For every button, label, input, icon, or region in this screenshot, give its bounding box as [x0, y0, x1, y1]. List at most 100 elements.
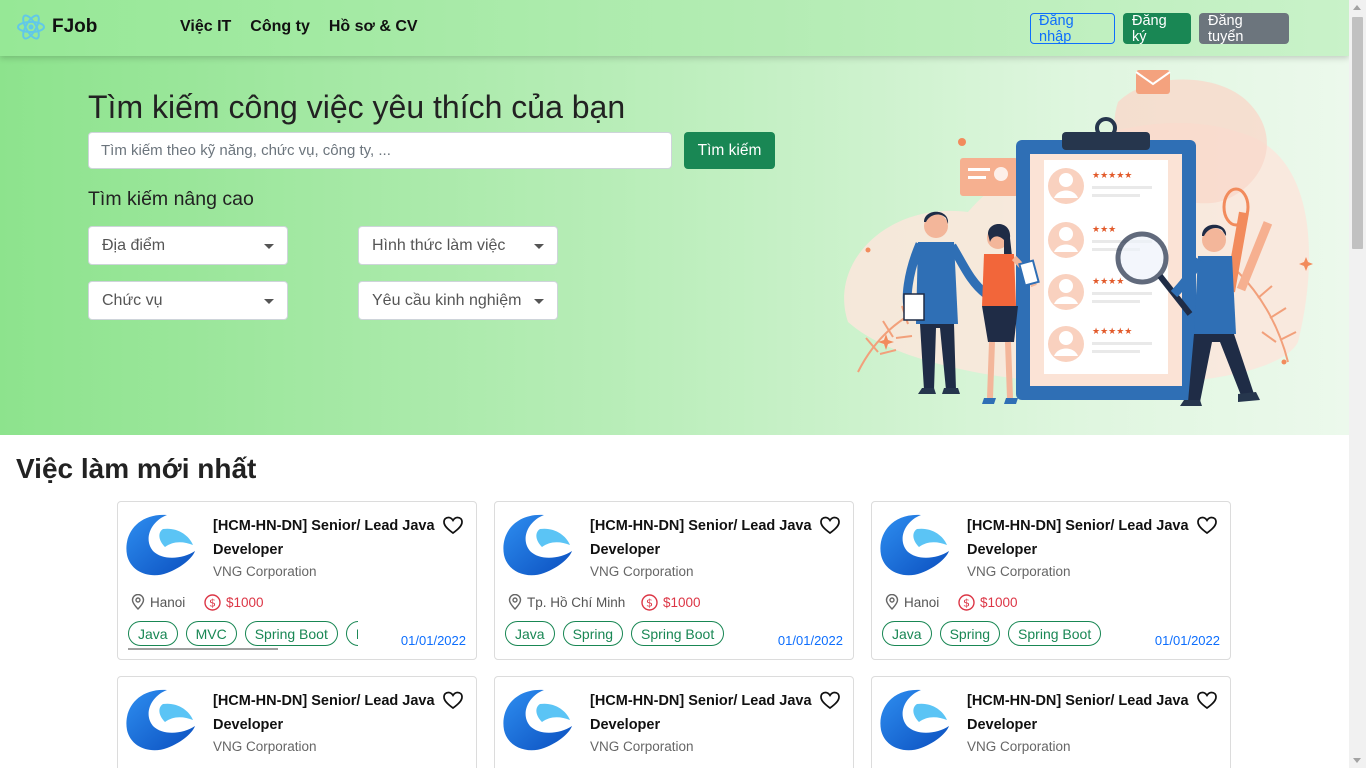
experience-select-value: Yêu cầu kinh nghiệm [372, 291, 522, 309]
job-salary-text: $1000 [226, 595, 264, 610]
skill-tag[interactable]: MVC [185, 621, 237, 646]
svg-text:$: $ [209, 597, 216, 610]
company-name: VNG Corporation [590, 564, 694, 579]
dollar-circle-icon: $ [958, 594, 975, 611]
experience-select[interactable]: Yêu cầu kinh nghiệm [358, 281, 558, 320]
heart-icon[interactable] [1197, 516, 1217, 535]
job-title[interactable]: [HCM-HN-DN] Senior/ Lead Java Developer [590, 514, 815, 562]
job-title[interactable]: [HCM-HN-DN] Senior/ Lead Java Developer [967, 514, 1192, 562]
skill-tag[interactable]: Spring Boot [631, 621, 725, 646]
brand-name: FJob [52, 16, 98, 37]
company-name: VNG Corporation [213, 564, 317, 579]
register-button[interactable]: Đăng ký [1123, 13, 1191, 45]
job-card[interactable]: [HCM-HN-DN] Senior/ Lead Java Developer … [117, 501, 477, 660]
work-type-select[interactable]: Hình thức làm việc [358, 226, 558, 265]
job-salary: $ $1000 [641, 594, 701, 611]
skill-tag[interactable]: Pe [345, 621, 358, 646]
work-type-select-value: Hình thức làm việc [372, 236, 506, 254]
heart-icon[interactable] [443, 516, 463, 535]
nav-link-cong-ty[interactable]: Công ty [250, 18, 310, 36]
job-title[interactable]: [HCM-HN-DN] Senior/ Lead Java Developer [590, 689, 815, 737]
job-card[interactable]: [HCM-HN-DN] Senior/ Lead Java Developer … [494, 501, 854, 660]
job-location: Tp. Hồ Chí Minh [508, 594, 625, 610]
scroll-up-arrow-icon[interactable] [1353, 5, 1361, 10]
map-pin-icon [508, 594, 522, 610]
nav-link-ho-so-cv[interactable]: Hồ sơ & CV [329, 18, 418, 36]
navbar: FJob Việc IT Công ty Hồ sơ & CV Đăng nhậ… [0, 0, 1349, 56]
hero-title: Tìm kiếm công việc yêu thích của bạn [88, 89, 626, 125]
job-card[interactable]: [HCM-HN-DN] Senior/ Lead Java Developer … [871, 501, 1231, 660]
skill-tags[interactable]: Java MVC Spring Boot Pe [128, 621, 358, 648]
job-date: 01/01/2022 [400, 633, 466, 648]
hero-section: Tìm kiếm công việc yêu thích của bạn Tìm… [0, 56, 1349, 435]
svg-text:$: $ [963, 597, 970, 610]
job-location-text: Tp. Hồ Chí Minh [527, 594, 626, 610]
skill-tags[interactable]: Java Spring Spring Boot [882, 621, 1112, 648]
skill-tag[interactable]: Spring [562, 621, 624, 646]
company-name: VNG Corporation [967, 739, 1071, 754]
chevron-down-icon [264, 299, 274, 304]
heart-icon[interactable] [820, 516, 840, 535]
company-name: VNG Corporation [213, 739, 317, 754]
nav-actions: Đăng nhập Đăng ký Đăng tuyển [1030, 13, 1289, 45]
job-date: 01/01/2022 [1154, 633, 1220, 648]
job-location-text: Hanoi [150, 594, 186, 610]
company-logo [880, 514, 949, 576]
company-logo [880, 689, 949, 751]
heart-icon[interactable] [820, 691, 840, 710]
job-salary-text: $1000 [980, 595, 1018, 610]
position-select-value: Chức vụ [102, 291, 163, 309]
job-card[interactable]: [HCM-HN-DN] Senior/ Lead Java Developer … [494, 676, 854, 768]
job-card[interactable]: [HCM-HN-DN] Senior/ Lead Java Developer … [871, 676, 1231, 768]
react-atom-icon [17, 14, 45, 40]
location-select-value: Địa điểm [102, 236, 166, 254]
tags-scrollbar[interactable] [128, 648, 278, 650]
company-name: VNG Corporation [590, 739, 694, 754]
job-title[interactable]: [HCM-HN-DN] Senior/ Lead Java Developer [213, 514, 438, 562]
skill-tag[interactable]: Spring Boot [244, 621, 338, 646]
chevron-down-icon [264, 244, 274, 249]
company-logo [503, 689, 572, 751]
heart-icon[interactable] [1197, 691, 1217, 710]
skill-tag[interactable]: Java [882, 621, 932, 646]
skill-tag[interactable]: Spring [939, 621, 1001, 646]
skill-tags[interactable]: Java Spring Spring Boot [505, 621, 735, 648]
dollar-circle-icon: $ [641, 594, 658, 611]
post-job-button[interactable]: Đăng tuyển [1199, 13, 1289, 45]
job-salary-text: $1000 [663, 595, 701, 610]
nav-link-viec-it[interactable]: Việc IT [180, 18, 231, 36]
page-scrollbar[interactable] [1349, 0, 1366, 768]
login-button[interactable]: Đăng nhập [1030, 13, 1115, 45]
svg-text:$: $ [646, 597, 653, 610]
job-salary: $ $1000 [204, 594, 264, 611]
job-title[interactable]: [HCM-HN-DN] Senior/ Lead Java Developer [213, 689, 438, 737]
skill-tag[interactable]: Java [128, 621, 178, 646]
svg-text:★★★★: ★★★★ [1092, 277, 1124, 287]
chevron-down-icon [534, 299, 544, 304]
brand[interactable]: FJob [16, 12, 97, 42]
job-salary: $ $1000 [958, 594, 1018, 611]
chevron-down-icon [534, 244, 544, 249]
company-logo [126, 689, 195, 751]
job-card[interactable]: [HCM-HN-DN] Senior/ Lead Java Developer … [117, 676, 477, 768]
job-location-text: Hanoi [904, 594, 940, 610]
advanced-search-title: Tìm kiếm nâng cao [88, 188, 254, 210]
position-select[interactable]: Chức vụ [88, 281, 288, 320]
search-input[interactable] [88, 132, 672, 169]
skill-tag[interactable]: Spring Boot [1008, 621, 1102, 646]
svg-text:★★★★★: ★★★★★ [1092, 171, 1132, 181]
svg-text:★★★★★: ★★★★★ [1092, 327, 1132, 337]
job-title[interactable]: [HCM-HN-DN] Senior/ Lead Java Developer [967, 689, 1192, 737]
map-pin-icon [131, 594, 145, 610]
scrollbar-thumb[interactable] [1352, 17, 1363, 249]
skill-tag[interactable]: Java [505, 621, 555, 646]
scroll-down-arrow-icon[interactable] [1353, 758, 1361, 763]
heart-icon[interactable] [443, 691, 463, 710]
search-button[interactable]: Tìm kiếm [684, 132, 775, 169]
nav-links: Việc IT Công ty Hồ sơ & CV [180, 18, 418, 36]
job-location: Hanoi [131, 594, 185, 610]
company-name: VNG Corporation [967, 564, 1071, 579]
dollar-circle-icon: $ [204, 594, 221, 611]
job-location: Hanoi [885, 594, 939, 610]
location-select[interactable]: Địa điểm [88, 226, 288, 265]
